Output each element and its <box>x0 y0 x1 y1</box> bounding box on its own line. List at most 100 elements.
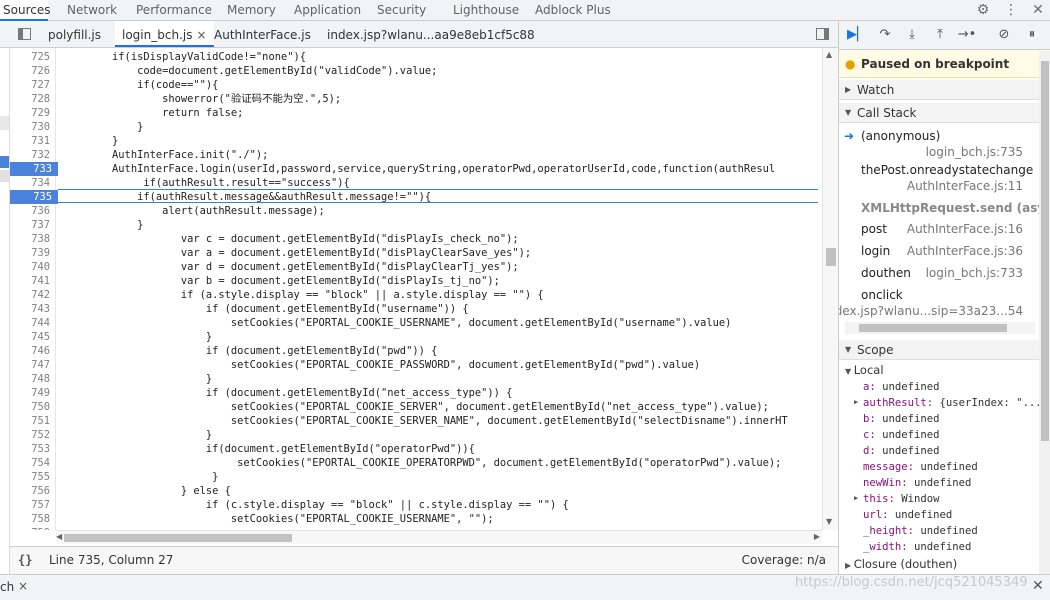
code-line[interactable]: if (document.getElementById("username"))… <box>62 302 469 316</box>
code-line[interactable]: alert(authResult.message); <box>62 204 325 218</box>
tab-network[interactable]: Network <box>67 0 117 21</box>
code-line[interactable]: var a = document.getElementById("disPlay… <box>62 246 531 260</box>
scope-section-header[interactable]: ▼ Scope <box>839 340 1039 360</box>
tab-security[interactable]: Security <box>377 0 426 21</box>
scroll-up-icon[interactable]: ▲ <box>826 50 832 59</box>
scope-variable[interactable]: a: undefined <box>863 381 940 393</box>
tab-performance[interactable]: Performance <box>136 0 212 21</box>
code-line[interactable]: setCookies("EPORTAL_COOKIE_SERVER", docu… <box>62 400 769 414</box>
paused-code-line[interactable]: if(authResult.message&&authResult.messag… <box>58 189 818 203</box>
line-number[interactable]: 726 <box>10 64 56 78</box>
code-line[interactable]: if(document.getElementById("operatorPwd"… <box>62 442 475 456</box>
drawer-tab-search[interactable]: ch <box>0 580 14 594</box>
code-line[interactable]: setCookies("EPORTAL_COOKIE_PASSWORD", do… <box>62 358 700 372</box>
call-frame[interactable]: thePost.onreadystatechange AuthInterFace.… <box>839 163 1039 197</box>
scope-closure[interactable]: ▶ Closure (douthen) <box>845 557 957 571</box>
line-number[interactable]: 743 <box>10 302 56 316</box>
line-number[interactable]: 745 <box>10 330 56 344</box>
line-number-gutter[interactable]: 725 726 727 728 729 730 731 732 733 734 735 736 737 7… <box>10 48 58 530</box>
breakpoint-line-number[interactable]: 733 <box>10 162 58 176</box>
code-line[interactable]: } <box>62 218 143 232</box>
tab-adblock-plus[interactable]: Adblock Plus <box>535 0 611 21</box>
line-number[interactable]: 758 <box>10 512 56 526</box>
toggle-navigator-icon[interactable] <box>18 28 31 40</box>
code-line[interactable]: setCookies("EPORTAL_COOKIE_SERVER_NAME",… <box>62 414 788 428</box>
scope-variable[interactable]: d: undefined <box>863 445 940 457</box>
scroll-down-icon[interactable]: ▼ <box>826 517 832 526</box>
code-line[interactable]: var d = document.getElementById("disPlay… <box>62 260 519 274</box>
scope-variable[interactable]: _height: undefined <box>863 525 978 537</box>
code-line[interactable]: } else { <box>62 484 231 498</box>
file-tab-index-jsp[interactable]: index.jsp?wlanu...aa9e8eb1cf5c88 <box>327 21 535 47</box>
call-frame[interactable]: post AuthInterFace.js:16 <box>839 222 1039 242</box>
line-number[interactable]: 738 <box>10 232 56 246</box>
scope-local[interactable]: ▼ Local <box>845 363 884 377</box>
code-line[interactable]: AuthInterFace.init("./"); <box>62 148 268 162</box>
code-line[interactable]: setCookies("EPORTAL_COOKIE_OPERATORPWD",… <box>62 456 781 470</box>
expand-icon[interactable]: ▶ <box>854 398 858 406</box>
code-editor[interactable]: 725 726 727 728 729 730 731 732 733 734 735 736 737 7… <box>10 48 822 530</box>
code-line[interactable]: } <box>62 428 212 442</box>
tab-lighthouse[interactable]: Lighthouse <box>453 0 519 21</box>
line-number[interactable]: 739 <box>10 246 56 260</box>
line-number[interactable]: 746 <box>10 344 56 358</box>
code-line[interactable]: if (document.getElementById("net_access_… <box>62 386 513 400</box>
gear-icon[interactable]: ⚙ <box>973 0 993 20</box>
code-line[interactable]: AuthInterFace.login(userId,password,serv… <box>62 162 775 176</box>
breakpoint-line-number[interactable]: 735 <box>10 190 58 204</box>
step-into-icon[interactable]: ⤓ <box>902 25 922 45</box>
call-frame[interactable]: ➜ (anonymous) login_bch.js:735 <box>839 129 1039 163</box>
code-line[interactable]: setCookies("EPORTAL_COOKIE_USERNAME", ""… <box>62 512 494 526</box>
frame-location[interactable]: login_bch.js:733 <box>926 266 1023 280</box>
scope-variable[interactable]: newWin: undefined <box>863 477 971 489</box>
editor-horizontal-scrollbar[interactable]: ◀ ▶ <box>56 530 822 544</box>
code-line[interactable]: } <box>62 372 212 386</box>
call-frame[interactable]: douthen login_bch.js:733 <box>839 266 1039 286</box>
resume-icon[interactable]: ▶︎▏ <box>847 25 867 45</box>
line-number[interactable]: 752 <box>10 428 56 442</box>
scope-variable[interactable]: ▶ this: Window <box>854 493 940 505</box>
line-number[interactable]: 725 <box>10 50 56 64</box>
pause-on-exceptions-icon[interactable]: ⏸ <box>1022 25 1042 45</box>
line-number[interactable]: 759 <box>10 526 56 530</box>
step-icon[interactable]: →• <box>957 25 977 45</box>
line-number[interactable]: 751 <box>10 414 56 428</box>
line-number[interactable]: 734 <box>10 176 56 190</box>
expand-icon[interactable]: ▶ <box>854 494 858 502</box>
line-number[interactable]: 753 <box>10 442 56 456</box>
code-line[interactable]: if (c.style.display == "block" || c.styl… <box>62 498 569 512</box>
code-line[interactable]: if(code==""){ <box>62 78 218 92</box>
file-tab-login-bch[interactable]: login_bch.js × <box>115 21 214 47</box>
tab-memory[interactable]: Memory <box>227 0 276 21</box>
scrollbar-thumb[interactable] <box>1041 61 1049 441</box>
code-line[interactable]: var b = document.getElementById("disPlay… <box>62 274 500 288</box>
code-line[interactable]: setCookies("EPORTAL_COOKIE_USERNAME", do… <box>62 316 731 330</box>
line-number[interactable]: 727 <box>10 78 56 92</box>
line-number[interactable]: 757 <box>10 498 56 512</box>
sidebar-scrollbar[interactable] <box>1039 51 1050 574</box>
line-number[interactable]: 756 <box>10 484 56 498</box>
scroll-left-icon[interactable]: ◀ <box>56 532 62 541</box>
close-icon[interactable]: × <box>18 579 28 593</box>
code-line[interactable]: return false; <box>62 106 243 120</box>
close-icon[interactable]: ✕ <box>1028 0 1048 20</box>
line-number[interactable]: 731 <box>10 134 56 148</box>
line-number[interactable]: 755 <box>10 470 56 484</box>
scope-variable[interactable]: message: undefined <box>863 461 978 473</box>
file-tab-authinterface[interactable]: AuthInterFace.js <box>214 21 311 47</box>
line-number[interactable]: 736 <box>10 204 56 218</box>
line-number[interactable]: 730 <box>10 120 56 134</box>
code-line[interactable]: } <box>62 120 143 134</box>
pretty-print-button[interactable]: {} <box>18 553 32 567</box>
code-line[interactable]: } <box>62 470 218 484</box>
tab-application[interactable]: Application <box>294 0 361 21</box>
file-tab-polyfill[interactable]: polyfill.js <box>48 21 101 47</box>
scope-variable[interactable]: url: undefined <box>863 509 952 521</box>
line-number[interactable]: 747 <box>10 358 56 372</box>
step-out-icon[interactable]: ⤒ <box>930 25 950 45</box>
line-number[interactable]: 750 <box>10 400 56 414</box>
frame-location[interactable]: AuthInterFace.js:11 <box>907 179 1023 193</box>
code-line[interactable]: showerror("验证码不能为空.",5); <box>62 92 341 106</box>
call-frame[interactable]: onclick index.jsp?wlanu...sip=33a23...54 <box>839 288 1039 322</box>
frame-location[interactable]: AuthInterFace.js:16 <box>907 222 1023 236</box>
